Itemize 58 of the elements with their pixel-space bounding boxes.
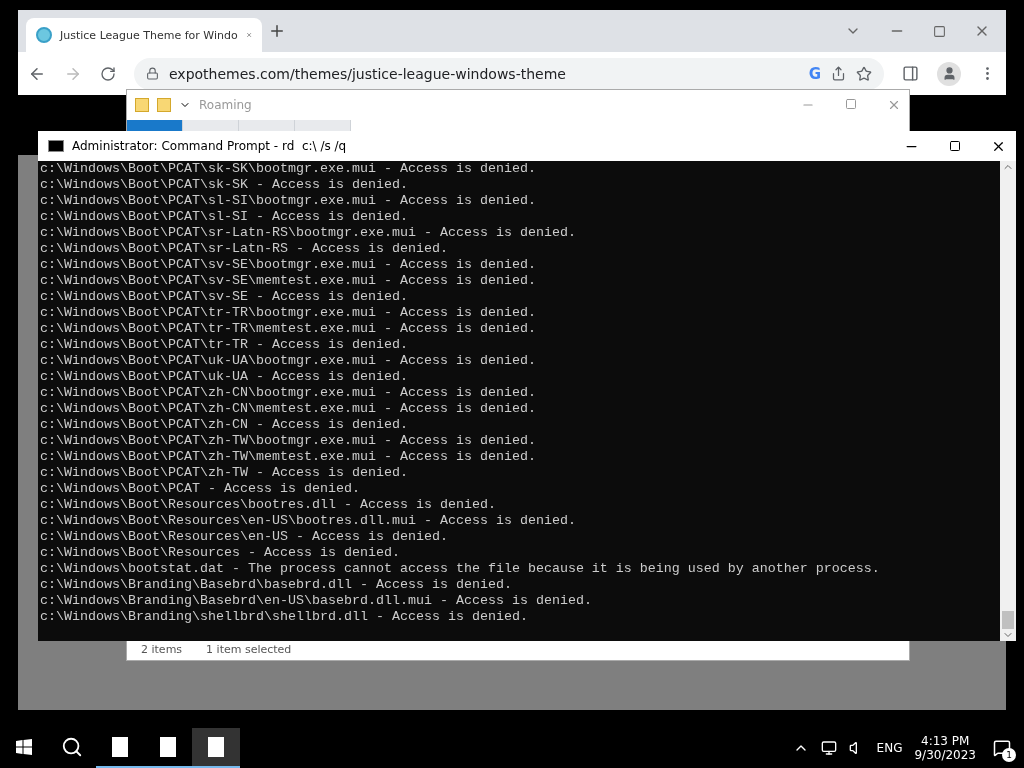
address-bar[interactable]: expothemes.com/themes/justice-league-windows-theme G [134, 57, 884, 90]
console-line: c:\Windows\Boot\PCAT\tr-TR\bootmgr.exe.mui - Access is denied. [40, 305, 537, 321]
window-title: Administrator: Command Prompt - rd c:\ /s /q [72, 139, 348, 153]
console-line: c:\Windows\Boot\PCAT\zh-CN\memtest.exe.mui - Access is denied. [40, 401, 537, 417]
new-tab-icon[interactable] [268, 22, 286, 40]
console-line: c:\Windows\Boot\PCAT\sr-Latn-RS\bootmgr.exe.mui - Access is denied. [40, 225, 577, 241]
console-line: c:\Windows\Boot\PCAT\uk-UA\bootmgr.exe.mui - Access is denied. [40, 353, 537, 369]
console-line: c:\Windows\bootstat.dat - The process cannot access the file because it is being used by another process. [40, 561, 881, 577]
browser-tab[interactable]: Justice League Theme for Windo [26, 18, 262, 52]
clock[interactable]: 4:13 PM 9/30/2023 [914, 734, 976, 762]
star-icon[interactable] [856, 65, 872, 82]
folder-icon [157, 98, 171, 112]
console-line: c:\Windows\Boot\PCAT\sl-SI - Access is denied. [40, 209, 409, 225]
console-line: c:\Windows\Boot\Resources\bootres.dll - Access is denied. [40, 497, 497, 513]
console-line: c:\Windows\Branding\Basebrd\en-US\basebrd.dll.mui - Access is denied. [40, 593, 593, 609]
windows-logo-icon[interactable] [16, 739, 32, 755]
console-line: c:\Windows\Boot\Resources\en-US\bootres.dll.mui - Access is denied. [40, 513, 577, 529]
console-line: c:\Windows\Boot\Resources\en-US - Access is denied. [40, 529, 449, 545]
lock-icon [146, 67, 159, 80]
console-line: c:\Windows\Boot\PCAT\sv-SE\bootmgr.exe.mui - Access is denied. [40, 257, 537, 273]
profile-avatar[interactable] [937, 61, 961, 86]
console-line: c:\Windows\Boot\PCAT\sl-SI\bootmgr.exe.mui - Access is denied. [40, 193, 537, 209]
status-text: 1 item selected [206, 642, 292, 656]
console-line: c:\Windows\Boot\PCAT\tr-TR - Access is denied. [40, 337, 409, 353]
reload-icon[interactable] [100, 65, 116, 82]
console-line: c:\Windows\Boot\PCAT\sv-SE - Access is denied. [40, 289, 409, 305]
console-line: c:\Windows\Boot\PCAT\tr-TR\memtest.exe.mui - Access is denied. [40, 321, 537, 337]
console-line: c:\Windows\Boot\PCAT\sv-SE\memtest.exe.mui - Access is denied. [40, 273, 537, 289]
console-line: c:\Windows\Boot\PCAT\zh-TW - Access is denied. [40, 465, 409, 481]
status-text: 2 items [141, 642, 183, 656]
search-icon[interactable] [61, 736, 83, 758]
scrollbar[interactable] [1000, 161, 1016, 641]
url-text: expothemes.com/themes/justice-league-windows-theme [169, 65, 567, 82]
console-line: c:\Windows\Boot\PCAT - Access is denied. [40, 481, 361, 497]
console-line: c:\Windows\Branding\shellbrd\shellbrd.dll - Access is denied. [40, 609, 529, 625]
folder-icon [135, 98, 149, 112]
maximize-icon[interactable] [949, 140, 961, 152]
globe-icon [36, 27, 52, 43]
window-title: Roaming [199, 98, 252, 112]
console-line: c:\Windows\Boot\PCAT\zh-TW\bootmgr.exe.mui - Access is denied. [40, 433, 537, 449]
taskbar-app[interactable] [192, 728, 240, 768]
console-line: c:\Windows\Branding\Basebrd\basebrd.dll - Access is denied. [40, 577, 513, 593]
console-icon [48, 140, 64, 152]
console-line: c:\Windows\Boot\Resources - Access is denied. [40, 545, 401, 561]
share-icon[interactable] [831, 66, 846, 81]
console-line: c:\Windows\Boot\PCAT\uk-UA - Access is denied. [40, 369, 409, 385]
console-line: c:\Windows\Boot\PCAT\sk-SK - Access is denied. [40, 177, 409, 193]
console-line: c:\Windows\Boot\PCAT\sk-SK\bootmgr.exe.mui - Access is denied. [40, 161, 537, 177]
network-icon[interactable] [820, 740, 837, 756]
console-line: c:\Windows\Boot\PCAT\zh-CN\bootmgr.exe.mui - Access is denied. [40, 385, 537, 401]
console-line: c:\Windows\Boot\PCAT\zh-TW\memtest.exe.mui - Access is denied. [40, 449, 537, 465]
console-line: c:\Windows\Boot\PCAT\zh-CN - Access is denied. [40, 417, 409, 433]
side-panel-icon[interactable] [902, 65, 919, 82]
console-line: c:\Windows\Boot\PCAT\sr-Latn-RS - Access is denied. [40, 241, 449, 257]
ribbon-tab[interactable] [127, 120, 183, 132]
language-indicator[interactable]: ENG [876, 741, 903, 755]
scroll-thumb[interactable] [1002, 611, 1014, 629]
notification-button[interactable]: 1 [988, 734, 1016, 762]
